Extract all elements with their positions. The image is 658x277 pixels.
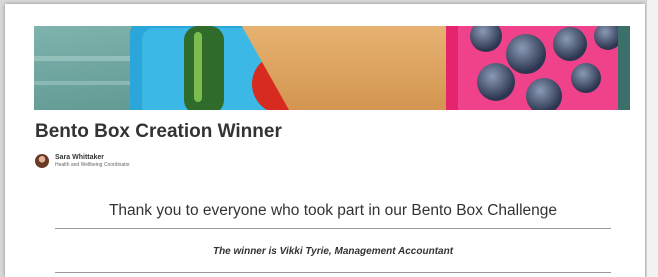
news-post-page: Bento Box Creation Winner Sara Whittaker… (5, 4, 645, 277)
author-byline[interactable]: Sara Whittaker Health and Wellbeing Coor… (35, 151, 130, 171)
avatar[interactable] (35, 154, 49, 168)
divider (55, 228, 611, 229)
winner-text: The winner is Vikki Tyrie, Management Ac… (212, 246, 454, 257)
author-name[interactable]: Sara Whittaker (55, 154, 130, 162)
divider (55, 272, 611, 273)
thanks-heading: Thank you to everyone who took part in o… (108, 202, 558, 219)
banner-image (34, 26, 630, 110)
scrollbar[interactable] (646, 0, 658, 277)
author-info: Sara Whittaker Health and Wellbeing Coor… (55, 154, 130, 168)
author-role: Health and Wellbeing Coordinator (55, 162, 130, 168)
page-title: Bento Box Creation Winner (35, 121, 282, 142)
